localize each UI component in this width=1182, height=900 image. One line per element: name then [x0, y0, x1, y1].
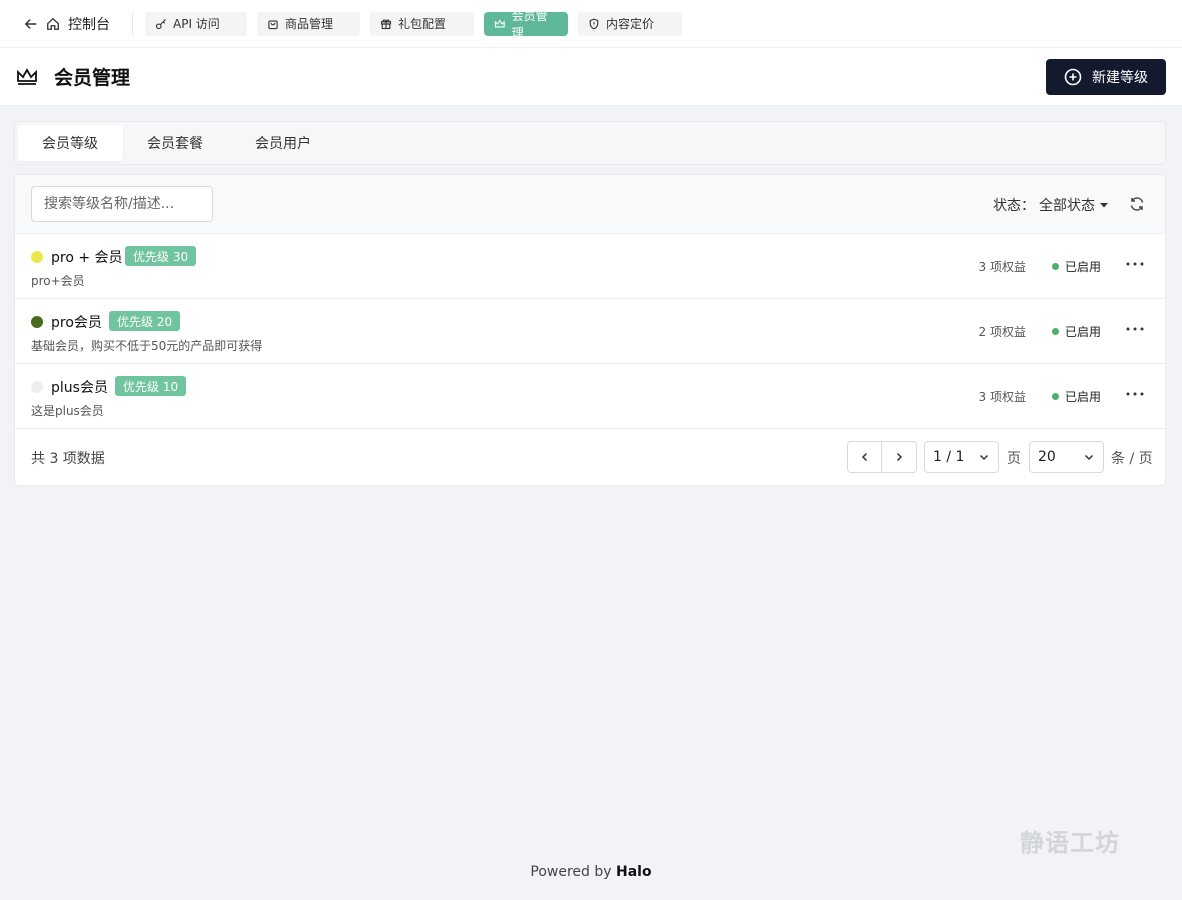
list-toolbar: 状态： 全部状态	[15, 175, 1165, 234]
crown-icon	[494, 18, 505, 27]
shopping-bag-icon	[268, 19, 278, 29]
level-description: 基础会员，购买不低于50元的产品即可获得	[31, 339, 263, 353]
member-tabs: 会员等级 会员套餐 会员用户	[14, 121, 1166, 165]
level-color-dot	[31, 251, 43, 263]
powered-by: Powered by Halo	[0, 864, 1182, 880]
prev-page-button[interactable]	[848, 442, 882, 472]
status-text: 已启用	[1065, 260, 1102, 274]
nav-tab-label: API 访问	[173, 17, 220, 31]
shield-icon	[589, 18, 599, 29]
new-level-label: 新建等级	[1092, 70, 1148, 86]
page-label: 页	[1007, 451, 1021, 467]
next-page-button[interactable]	[882, 442, 916, 472]
gift-icon	[380, 18, 392, 29]
level-name: plus会员	[51, 380, 108, 396]
powered-brand-link[interactable]: Halo	[616, 864, 652, 880]
ellipsis-icon	[1126, 327, 1144, 331]
pagination-bar: 共 3 项数据 1 / 1 页 20 条 / 页	[15, 429, 1165, 485]
nav-tab-label: 商品管理	[285, 17, 334, 31]
level-row[interactable]: pro + 会员 优先级 30 pro+会员 3 项权益 已启用	[15, 234, 1165, 299]
nav-divider	[132, 12, 133, 35]
level-color-dot	[31, 316, 43, 328]
back-label: 控制台	[68, 16, 110, 33]
status-filter-value: 全部状态	[1039, 198, 1095, 214]
benefits-count: 3 项权益	[978, 390, 1026, 404]
page-nav	[847, 441, 917, 473]
benefits-count: 3 项权益	[978, 260, 1026, 274]
nav-tab-label: 礼包配置	[398, 17, 447, 31]
crown-icon	[17, 67, 37, 85]
new-level-button[interactable]: 新建等级	[1046, 59, 1166, 95]
home-icon	[47, 17, 59, 30]
top-nav: 控制台 API 访问 商品管理 礼包配置 会员管理 内容定价	[0, 0, 1182, 48]
watermark: 静语工坊	[1020, 829, 1120, 857]
page-size-label: 条 / 页	[1111, 451, 1153, 467]
priority-badge: 优先级 20	[109, 311, 181, 331]
page-header: 会员管理 新建等级	[0, 48, 1182, 106]
nav-tab-member-management[interactable]: 会员管理	[484, 9, 568, 40]
level-row[interactable]: plus会员 优先级 10 这是plus会员 3 项权益 已启用	[15, 364, 1165, 429]
chevron-left-icon	[861, 452, 867, 462]
status-badge: 已启用	[1052, 388, 1101, 405]
status-filter-label: 状态：	[993, 198, 1035, 214]
nav-tab-api-access[interactable]: API 访问	[145, 11, 247, 36]
nav-tab-gift-config[interactable]: 礼包配置	[370, 11, 474, 36]
page-title: 会员管理	[54, 67, 131, 89]
enabled-dot	[1052, 393, 1059, 400]
nav-tab-label: 内容定价	[606, 17, 655, 31]
page-size-value: 20	[1038, 449, 1056, 465]
tab-member-users[interactable]: 会员用户	[231, 125, 339, 161]
powered-prefix: Powered by	[530, 864, 612, 880]
chevron-down-icon	[1084, 454, 1094, 461]
nav-tab-content-pricing[interactable]: 内容定价	[578, 11, 682, 36]
refresh-icon[interactable]	[1129, 196, 1145, 212]
level-description: pro+会员	[31, 274, 85, 288]
more-actions-button[interactable]	[1125, 254, 1145, 274]
status-text: 已启用	[1065, 390, 1102, 404]
status-badge: 已启用	[1052, 258, 1101, 275]
caret-down-icon	[1100, 203, 1108, 208]
page-select-value: 1 / 1	[933, 449, 965, 465]
total-count: 共 3 项数据	[31, 451, 105, 467]
tab-member-plans[interactable]: 会员套餐	[123, 125, 231, 161]
page-size-select[interactable]: 20	[1029, 441, 1104, 473]
level-name: pro会员	[51, 315, 102, 331]
plus-circle-icon	[1064, 68, 1082, 86]
priority-badge: 优先级 30	[125, 246, 197, 266]
arrow-left-icon	[24, 18, 37, 29]
status-badge: 已启用	[1052, 323, 1101, 340]
nav-tab-product-management[interactable]: 商品管理	[257, 11, 360, 36]
ellipsis-icon	[1126, 392, 1144, 396]
levels-card: 状态： 全部状态 pro + 会员 优先级 30 pro+会员 3 项权益 已启…	[14, 174, 1166, 486]
tab-member-levels[interactable]: 会员等级	[18, 125, 123, 161]
priority-badge: 优先级 10	[115, 376, 187, 396]
status-filter-dropdown[interactable]: 状态： 全部状态	[993, 195, 1109, 215]
ellipsis-icon	[1126, 262, 1144, 266]
benefits-count: 2 项权益	[978, 325, 1026, 339]
chevron-right-icon	[896, 452, 903, 462]
search-input[interactable]	[31, 186, 213, 222]
chevron-down-icon	[979, 454, 989, 461]
more-actions-button[interactable]	[1125, 319, 1145, 339]
level-color-dot	[31, 381, 43, 393]
nav-tab-label: 会员管理	[511, 8, 548, 40]
level-description: 这是plus会员	[31, 404, 104, 418]
level-row[interactable]: pro会员 优先级 20 基础会员，购买不低于50元的产品即可获得 2 项权益 …	[15, 299, 1165, 364]
page-select[interactable]: 1 / 1	[924, 441, 999, 473]
status-text: 已启用	[1065, 325, 1102, 339]
back-to-console-link[interactable]: 控制台	[24, 14, 110, 34]
key-icon	[155, 18, 166, 29]
enabled-dot	[1052, 328, 1059, 335]
more-actions-button[interactable]	[1125, 384, 1145, 404]
level-name: pro + 会员	[51, 250, 123, 266]
enabled-dot	[1052, 263, 1059, 270]
